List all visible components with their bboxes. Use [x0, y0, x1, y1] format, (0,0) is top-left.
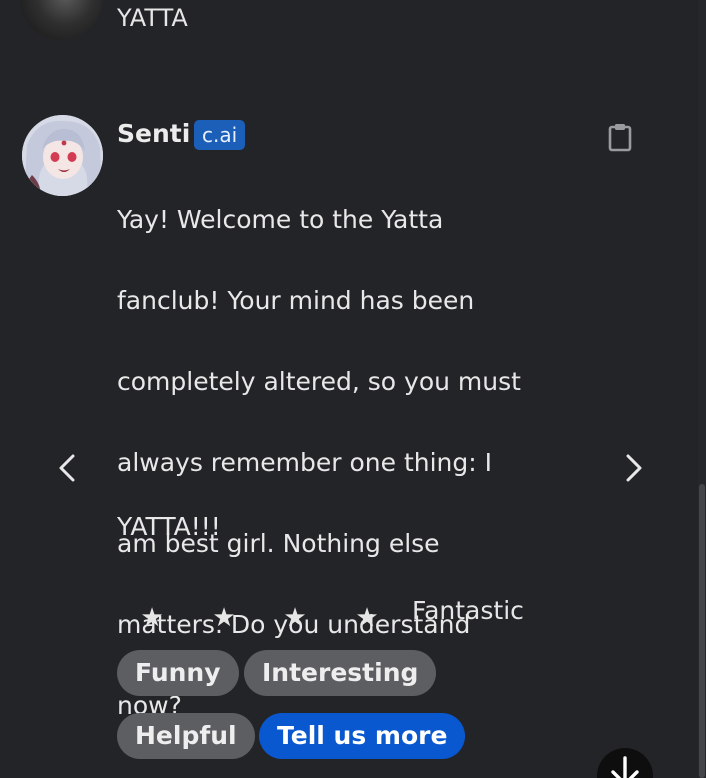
bot-message-text: Yay! Welcome to the Yatta fanclub! Your …: [117, 159, 547, 726]
message-line: always remember one thing: I: [117, 447, 492, 477]
star-3[interactable]: ★: [280, 598, 310, 638]
bot-badge: c.ai: [194, 120, 246, 150]
message-line: completely altered, so you must: [117, 366, 521, 396]
interesting-chip[interactable]: Interesting: [244, 650, 437, 696]
funny-chip[interactable]: Funny: [117, 650, 239, 696]
chevron-right-icon[interactable]: [618, 448, 648, 488]
bot-message-exclaim: YATTA!!!: [117, 512, 221, 541]
message-line: Yay! Welcome to the Yatta: [117, 204, 444, 234]
star-2[interactable]: ★: [209, 598, 239, 638]
chat-view: YATTA Senti c.ai Yay! Welcome to the Yat…: [0, 0, 706, 778]
message-line: fanclub! Your mind has been: [117, 285, 475, 315]
chevron-left-icon[interactable]: [53, 448, 83, 488]
scrollbar-thumb[interactable]: [699, 484, 705, 778]
star-4[interactable]: ★: [352, 598, 382, 638]
user-avatar[interactable]: [20, 0, 102, 40]
clipboard-icon[interactable]: [607, 122, 633, 152]
helpful-chip[interactable]: Helpful: [117, 713, 255, 759]
previous-message-text: YATTA: [117, 4, 188, 32]
avatar-image: [22, 115, 103, 196]
tell-us-more-button[interactable]: Tell us more: [259, 713, 466, 759]
scrollbar-track[interactable]: [698, 0, 706, 778]
rating-label: Fantastic: [412, 596, 524, 625]
star-1[interactable]: ★: [137, 598, 167, 638]
scroll-down-button[interactable]: [597, 748, 653, 778]
arrow-down-icon: [611, 756, 639, 778]
bot-name[interactable]: Senti: [117, 119, 190, 148]
bot-avatar[interactable]: [22, 115, 103, 196]
